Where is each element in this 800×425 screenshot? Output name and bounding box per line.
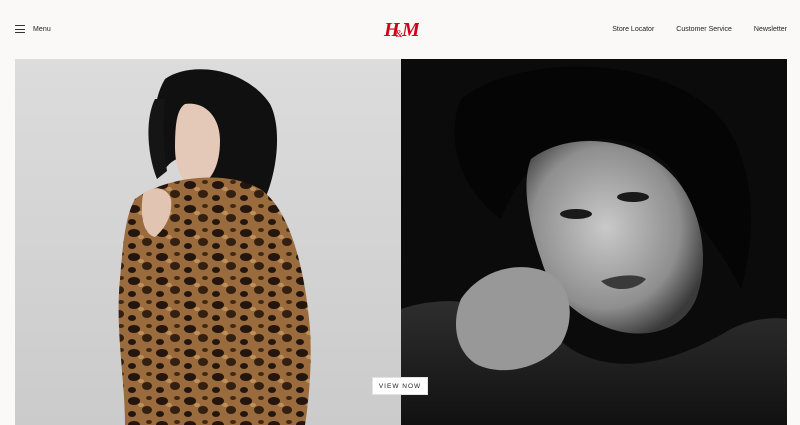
leopard-coat-model-image (15, 59, 401, 425)
site-header: Menu H & M Store Locator Customer Servic… (0, 0, 800, 58)
hero-image-right[interactable] (401, 59, 787, 425)
hm-logo[interactable]: H & M (383, 17, 419, 41)
top-nav: Store Locator Customer Service Newslette… (590, 22, 787, 36)
menu-label: Menu (33, 25, 51, 33)
store-locator-link[interactable]: Store Locator (612, 26, 654, 33)
hamburger-icon (15, 25, 25, 33)
menu-button[interactable]: Menu (15, 22, 51, 36)
svg-text:M: M (401, 19, 419, 41)
hero-banner[interactable]: VIEW NOW (15, 59, 787, 425)
view-now-button[interactable]: VIEW NOW (372, 377, 428, 395)
hero-image-left[interactable] (15, 59, 401, 425)
portrait-bw-image (401, 59, 787, 425)
newsletter-link[interactable]: Newsletter (754, 26, 787, 33)
customer-service-link[interactable]: Customer Service (676, 26, 732, 33)
